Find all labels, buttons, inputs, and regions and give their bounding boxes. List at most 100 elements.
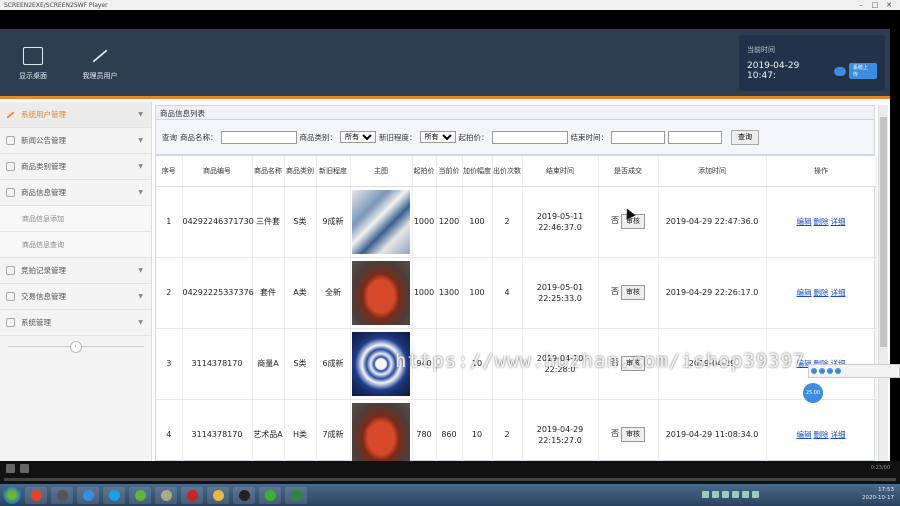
tool-icon[interactable]	[835, 368, 841, 374]
tool-icon[interactable]	[819, 368, 825, 374]
cell-condition: 6成新	[316, 328, 351, 400]
wechat-icon[interactable]	[259, 486, 281, 504]
table-row: 1 04292246371730 三件套 S类 9成新 1000 1200 10…	[156, 186, 877, 258]
sidebar-subitem-label: 商品信息添加	[22, 214, 64, 223]
sidebar-subitem-query-product[interactable]: 商品信息查询	[0, 232, 151, 258]
delete-link[interactable]: 删除	[814, 217, 829, 226]
tray-icon[interactable]	[752, 491, 759, 498]
collapse-icon[interactable]: ‹	[69, 341, 82, 353]
sidebar-item-categories[interactable]: 商品类别管理 ▼	[0, 154, 151, 180]
cell-current-price: 1200	[436, 186, 463, 258]
show-desktop-button[interactable]: 显示桌面	[6, 47, 60, 81]
cell-name: 艺术品A	[252, 399, 285, 461]
sidebar-item-products[interactable]: 商品信息管理 ▼	[0, 180, 151, 206]
column-header: 商品类别	[284, 156, 317, 187]
end-time: 22:46:37.0	[538, 222, 582, 232]
table-row: 4 3114378170 艺术品A H类 7成新 780 860 10 2 20…	[156, 399, 877, 461]
flash-icon[interactable]	[181, 486, 203, 504]
review-button[interactable]: 审核	[621, 285, 645, 300]
floating-badge[interactable]: 25.00	[803, 383, 823, 403]
tool-icon[interactable]	[811, 368, 817, 374]
cloud-icon[interactable]	[834, 66, 847, 76]
sidebar-item-system[interactable]: 系统管理 ▼	[0, 310, 151, 336]
review-button[interactable]: 审核	[621, 427, 645, 442]
floating-toolbar[interactable]	[808, 364, 900, 378]
detail-link[interactable]: 详细	[831, 288, 846, 297]
cell-current-price: 1300	[436, 257, 463, 329]
tray-icon[interactable]	[712, 491, 719, 498]
maximize-icon[interactable]: □	[868, 1, 882, 9]
sidebar-item-label: 系统用户管理	[21, 110, 66, 119]
admin-user-button[interactable]: 我理员用户	[73, 47, 127, 81]
cell-bids: 4	[492, 257, 523, 329]
sidebar-item-news[interactable]: 新闻公告管理 ▼	[0, 128, 151, 154]
detail-link[interactable]: 详细	[831, 217, 846, 226]
start-icon[interactable]	[3, 486, 21, 504]
sidebar-subitem-add-product[interactable]: 商品信息添加	[0, 206, 151, 232]
chevron-down-icon: ▼	[138, 163, 143, 170]
sidebar-item-bids[interactable]: 竞拍记录管理 ▼	[0, 258, 151, 284]
sidebar-item-transactions[interactable]: 交易信息管理 ▼	[0, 284, 151, 310]
player-progress[interactable]	[4, 478, 896, 481]
category-select[interactable]: 所有	[340, 131, 376, 143]
cell-no: 4	[156, 399, 183, 461]
clock-time: 17:53	[878, 487, 894, 493]
tool-icon[interactable]	[827, 368, 833, 374]
upload-tag[interactable]: 系统上传	[849, 63, 877, 79]
delete-link[interactable]: 删除	[814, 430, 829, 439]
app-icon[interactable]	[129, 486, 151, 504]
qq-icon[interactable]	[233, 486, 255, 504]
end-date: 2019-05-01	[536, 282, 584, 292]
scrollbar-thumb[interactable]	[880, 117, 887, 347]
cell-code: 04292246371730	[182, 186, 254, 258]
end-time-to-input[interactable]	[668, 130, 722, 144]
condition-select[interactable]: 所有	[419, 131, 456, 143]
chevron-down-icon: ▼	[138, 267, 143, 274]
detail-link[interactable]: 详细	[831, 430, 846, 439]
column-header: 商品编号	[182, 156, 253, 187]
tray-icon[interactable]	[702, 491, 709, 498]
app-icon[interactable]	[285, 486, 307, 504]
cell-code: 3114378170	[182, 399, 253, 461]
cell-ops: 编辑删除详细	[766, 399, 877, 461]
end-time-from-input[interactable]	[611, 130, 665, 144]
cloud-icon[interactable]	[77, 486, 99, 504]
product-name-input[interactable]	[220, 130, 297, 144]
app-icon[interactable]	[51, 486, 73, 504]
vertical-scrollbar[interactable]	[878, 105, 888, 461]
cell-start-price: 1000	[412, 257, 437, 329]
qq-browser-icon[interactable]	[103, 486, 125, 504]
cell-added: 2019-04-29 22:26:17.0	[658, 257, 767, 329]
admin-user-label: 我理员用户	[82, 72, 118, 80]
minimize-icon[interactable]: –	[854, 1, 868, 9]
close-icon[interactable]: ✕	[882, 1, 896, 9]
app-icon[interactable]	[155, 486, 177, 504]
stop-icon[interactable]	[20, 464, 29, 473]
column-header: 加价幅度	[462, 156, 493, 187]
search-button[interactable]: 查询	[731, 129, 759, 145]
chrome-icon[interactable]	[25, 486, 47, 504]
query-label: 查询	[162, 132, 177, 142]
edit-link[interactable]: 编辑	[797, 288, 812, 297]
column-header: 是否成交	[598, 156, 659, 187]
current-time-panel: 当前时间 2019-04-29 10:47: 系统上传	[739, 35, 885, 91]
sidebar-item-label: 新闻公告管理	[21, 136, 66, 145]
delete-link[interactable]: 删除	[814, 288, 829, 297]
clock[interactable]: 17:53 2020-10-17	[862, 486, 894, 502]
start-price-input[interactable]	[491, 130, 568, 144]
tray-icon[interactable]	[742, 491, 749, 498]
edit-link[interactable]: 编辑	[797, 430, 812, 439]
table-header-row: 序号 商品编号 商品名称 商品类别 新旧程度 主图 起拍价 当前价 加价幅度 出…	[156, 156, 877, 187]
sidebar-item-system-users[interactable]: 系统用户管理 ▼	[0, 102, 151, 128]
edit-link[interactable]: 编辑	[797, 217, 812, 226]
cell-category: S类	[284, 186, 317, 258]
chevron-down-icon: ▼	[138, 189, 143, 196]
cell-no: 1	[156, 186, 183, 258]
play-icon[interactable]	[6, 464, 15, 473]
tray-icon[interactable]	[732, 491, 739, 498]
tray-icon[interactable]	[722, 491, 729, 498]
folder-icon[interactable]	[207, 486, 229, 504]
cell-bids: 2	[492, 186, 523, 258]
pencil-icon	[6, 110, 15, 119]
cell-name: 套件	[252, 257, 285, 329]
